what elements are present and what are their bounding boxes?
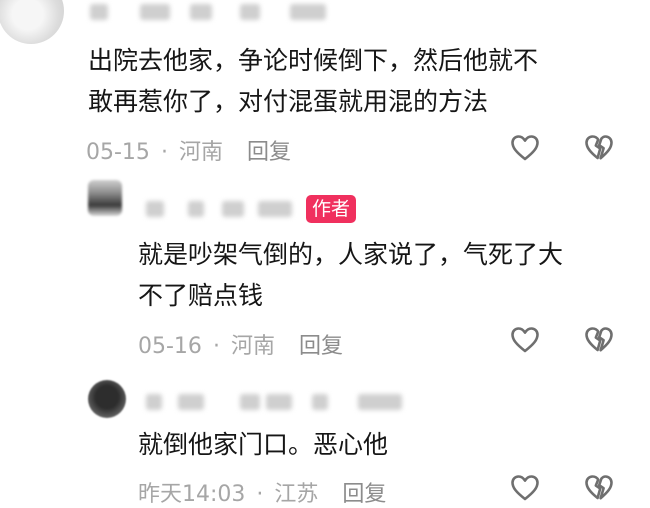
comment-text: 就是吵架气倒的，人家说了，气死了大 不了赔点钱 (138, 240, 564, 310)
comment-date: 05-15 (86, 140, 150, 165)
meta-separator: · (160, 140, 168, 165)
comment-date: 05-16 (138, 334, 202, 359)
broken-heart-icon (585, 327, 613, 352)
heart-outline-icon (511, 327, 539, 353)
comment-text: 出院去他家，争论时候倒下，然后他就不 敢再惹你了，对付混蛋就用混的方法 (88, 46, 539, 116)
comment-text: 就倒他家门口。恶心他 (138, 430, 389, 459)
meta-separator: · (212, 334, 220, 359)
broken-heart-icon (585, 135, 613, 160)
like-button[interactable] (510, 474, 540, 502)
reply-button[interactable]: 回复 (342, 482, 386, 507)
reply-button[interactable]: 回复 (299, 334, 343, 359)
comment-location: 河南 (230, 334, 275, 359)
comment-meta: 05-16 · 河南 回复 (138, 328, 343, 360)
like-button[interactable] (510, 134, 540, 162)
comment-meta: 05-15 · 河南 回复 (86, 134, 291, 166)
broken-heart-icon (585, 475, 613, 500)
reply-button[interactable]: 回复 (247, 140, 291, 165)
avatar[interactable] (88, 180, 122, 216)
avatar[interactable] (0, 0, 64, 44)
comment-location: 河南 (178, 140, 223, 165)
heart-outline-icon (511, 135, 539, 161)
comment-meta: 昨天14:03 · 江苏 回复 (138, 476, 386, 508)
dislike-button[interactable] (584, 326, 614, 354)
dislike-button[interactable] (584, 134, 614, 162)
like-button[interactable] (510, 326, 540, 354)
heart-outline-icon (511, 475, 539, 501)
username-blurred[interactable] (146, 394, 406, 410)
author-badge: 作者 (306, 195, 357, 223)
meta-separator: · (256, 482, 264, 507)
dislike-button[interactable] (584, 474, 614, 502)
avatar[interactable] (88, 380, 126, 418)
username-blurred[interactable] (146, 201, 296, 217)
comment-date: 昨天14:03 (138, 482, 246, 507)
username-blurred[interactable] (90, 4, 330, 20)
comment-location: 江苏 (274, 482, 319, 507)
